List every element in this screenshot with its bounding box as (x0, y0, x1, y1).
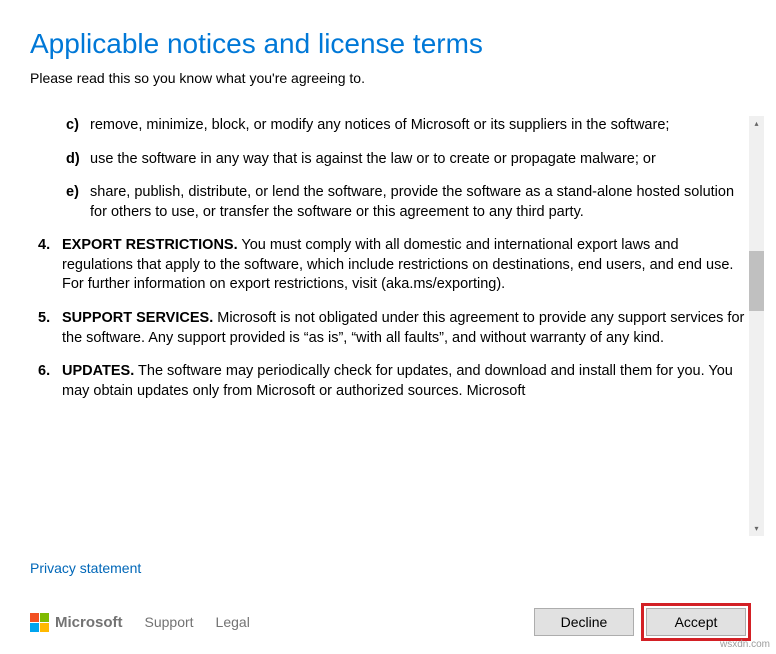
scroll-up-arrow-icon[interactable]: ▴ (749, 116, 764, 131)
term-sub-item: d) use the software in any way that is a… (66, 150, 750, 170)
term-heading: EXPORT RESTRICTIONS. (62, 237, 238, 253)
list-number: 5. (38, 309, 62, 348)
list-marker: e) (66, 183, 90, 222)
term-heading: SUPPORT SERVICES. (62, 310, 213, 326)
decline-button[interactable]: Decline (534, 608, 634, 636)
terms-content[interactable]: c) remove, minimize, block, or modify an… (30, 116, 764, 536)
term-heading: UPDATES. (62, 363, 134, 379)
footer: Microsoft Support Legal Decline Accept (30, 608, 746, 636)
page-title: Applicable notices and license terms (30, 28, 746, 60)
privacy-statement-link[interactable]: Privacy statement (30, 560, 141, 576)
microsoft-logo-icon (30, 613, 49, 632)
term-main-item: 6. UPDATES. The software may periodicall… (38, 362, 750, 401)
support-link[interactable]: Support (145, 614, 194, 630)
header: Applicable notices and license terms Ple… (0, 0, 776, 94)
term-text: remove, minimize, block, or modify any n… (90, 116, 669, 136)
term-text: use the software in any way that is agai… (90, 150, 656, 170)
list-number: 6. (38, 362, 62, 401)
terms-panel: c) remove, minimize, block, or modify an… (30, 116, 764, 536)
term-text: The software may periodically check for … (62, 363, 733, 399)
scrollbar[interactable]: ▴ ▾ (749, 116, 764, 536)
scrollbar-thumb[interactable] (749, 251, 764, 311)
term-main-item: 5. SUPPORT SERVICES. Microsoft is not ob… (38, 309, 750, 348)
watermark: wsxdn.com (720, 639, 770, 650)
term-sub-item: e) share, publish, distribute, or lend t… (66, 183, 750, 222)
term-text: share, publish, distribute, or lend the … (90, 183, 750, 222)
legal-link[interactable]: Legal (216, 614, 250, 630)
term-main-item: 4. EXPORT RESTRICTIONS. You must comply … (38, 236, 750, 295)
page-subtitle: Please read this so you know what you're… (30, 70, 746, 86)
scrollbar-track[interactable] (749, 131, 764, 521)
brand-name: Microsoft (55, 614, 123, 631)
accept-button[interactable]: Accept (646, 608, 746, 636)
list-marker: c) (66, 116, 90, 136)
list-marker: d) (66, 150, 90, 170)
list-number: 4. (38, 236, 62, 295)
microsoft-logo: Microsoft (30, 613, 123, 632)
term-sub-item: c) remove, minimize, block, or modify an… (66, 116, 750, 136)
scroll-down-arrow-icon[interactable]: ▾ (749, 521, 764, 536)
